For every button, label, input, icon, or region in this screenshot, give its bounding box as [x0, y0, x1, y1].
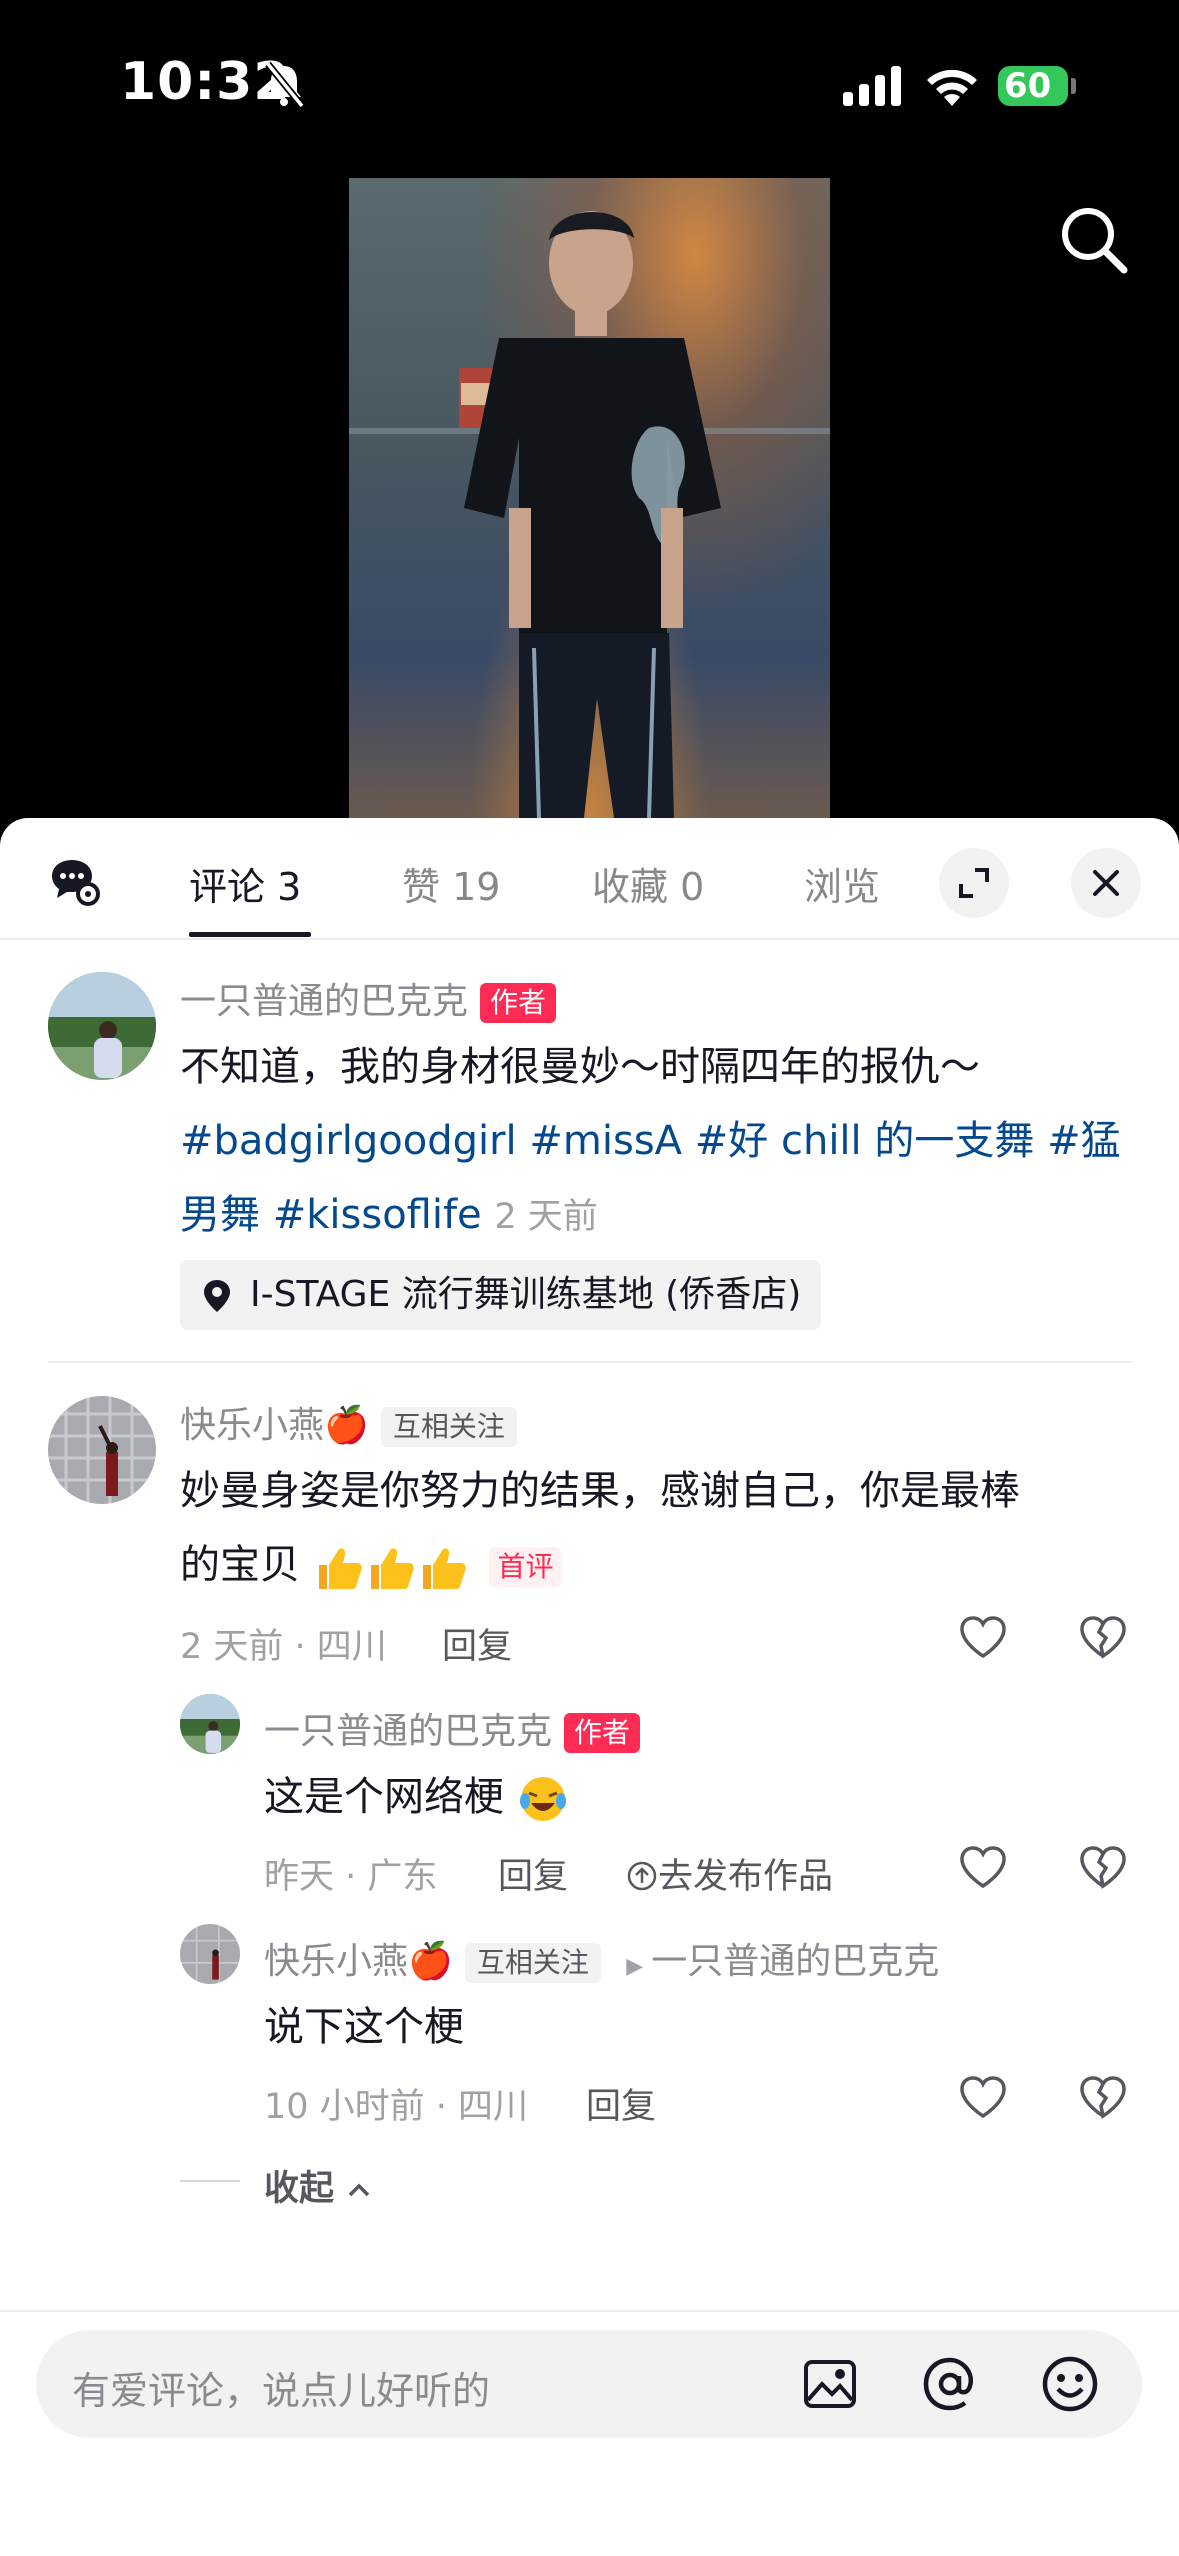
- reply-meta: 10 小时前 · 四川: [264, 2087, 529, 2127]
- hashtag-link[interactable]: #猛: [1047, 1118, 1121, 1164]
- thumbs-up-emoji: [370, 1548, 414, 1589]
- post-time: 2 天前: [494, 1197, 598, 1237]
- image-icon[interactable]: [802, 2356, 858, 2412]
- commenter-name[interactable]: 快乐小燕🍎: [180, 1405, 369, 1446]
- thumbs-up-emoji: [422, 1548, 466, 1589]
- first-comment-tag: 首评: [489, 1547, 562, 1587]
- collapse-label: 收起: [264, 2169, 335, 2209]
- author-tag: 作者: [480, 983, 557, 1023]
- post-caption: 不知道，我的身材很曼妙～时隔四年的报仇～ #badgirlgoodgirl #m…: [180, 1030, 1140, 1254]
- comment-input[interactable]: 有爱评论，说点儿好听的: [36, 2330, 1142, 2438]
- expand-icon: [959, 868, 989, 898]
- close-button[interactable]: [1071, 848, 1141, 918]
- expand-button[interactable]: [939, 848, 1009, 918]
- battery-tip: [1071, 78, 1076, 94]
- comment-text: 妙曼身姿是你努力的结果，感谢自己，你是最棒 的宝贝 首评: [180, 1454, 1140, 1602]
- location-text: I-STAGE 流行舞训练基地 (侨香店): [250, 1274, 802, 1315]
- wifi-icon: [927, 69, 977, 106]
- comment-sheet: 评论 3 赞 19 收藏 0 浏览 一只普通的巴克克 作者 不知道，我的身材很曼…: [0, 818, 1179, 2556]
- bell-muted-icon: [265, 61, 305, 109]
- reply-arrow-icon: ▶: [626, 1954, 644, 1979]
- divider: [48, 1361, 1132, 1363]
- hashtag-link[interactable]: #badgirlgoodgirl: [180, 1118, 517, 1164]
- hashtag-link[interactable]: #kissoflife: [273, 1192, 482, 1238]
- signal-icon: [843, 66, 901, 106]
- tab-bar: 评论 3 赞 19 收藏 0 浏览: [0, 818, 1179, 940]
- reply-name-row: 快乐小燕🍎 互相关注 ▶ 一只普通的巴克克: [264, 1932, 939, 1984]
- author-name-row: 一只普通的巴克克 作者: [180, 972, 557, 1024]
- dislike-heart-icon[interactable]: [1076, 1610, 1130, 1664]
- commenter-avatar-small[interactable]: [180, 1924, 240, 1984]
- comment-line: 的宝贝: [180, 1542, 300, 1588]
- mention-icon[interactable]: [920, 2354, 980, 2414]
- dislike-heart-icon[interactable]: [1076, 1840, 1130, 1894]
- tab-favorites[interactable]: 收藏 0: [592, 856, 704, 911]
- collapse-button[interactable]: 收起: [264, 2160, 372, 2211]
- laugh-cry-emoji: [519, 1777, 566, 1821]
- tab-active-underline: [189, 932, 311, 937]
- tab-views[interactable]: 浏览: [804, 856, 880, 911]
- location-pin-icon: [204, 1280, 230, 1312]
- reply-button[interactable]: 回复: [586, 2078, 656, 2129]
- hashtag-link[interactable]: #missA: [529, 1118, 682, 1164]
- commenter-name-row: 快乐小燕🍎 互相关注: [180, 1396, 517, 1448]
- mutual-follow-tag: 互相关注: [380, 1407, 517, 1447]
- close-icon: [1093, 870, 1119, 896]
- reply-text-row: 这是个网络梗: [264, 1760, 569, 1834]
- reply-button[interactable]: 回复: [442, 1618, 512, 1669]
- dislike-heart-icon[interactable]: [1076, 2070, 1130, 2124]
- reply-name-row: 一只普通的巴克克 作者: [264, 1702, 641, 1754]
- reply-meta: 昨天 · 广东: [264, 1857, 438, 1897]
- author-tag: 作者: [564, 1713, 641, 1753]
- comment-meta: 2 天前 · 四川: [180, 1627, 387, 1667]
- chat-settings-icon[interactable]: [48, 854, 100, 906]
- collapse-line: [180, 2180, 240, 2182]
- heart-icon[interactable]: [956, 1840, 1010, 1894]
- hashtag-link[interactable]: 男舞: [180, 1192, 260, 1238]
- tab-likes[interactable]: 赞 19: [402, 856, 500, 911]
- location-chip[interactable]: I-STAGE 流行舞训练基地 (侨香店): [180, 1260, 822, 1330]
- thumbs-up-emoji: [318, 1548, 362, 1589]
- upload-circle-icon: [627, 1861, 657, 1891]
- heart-icon[interactable]: [956, 2070, 1010, 2124]
- publish-work-button[interactable]: 去发布作品: [626, 1848, 833, 1899]
- reply-to-name[interactable]: 一只普通的巴克克: [651, 1941, 939, 1982]
- reply-author-name[interactable]: 一只普通的巴克克: [264, 1711, 552, 1752]
- author-avatar[interactable]: [48, 972, 156, 1080]
- status-bar: 10:32 60: [0, 0, 1179, 170]
- commenter-avatar[interactable]: [48, 1396, 156, 1504]
- emoji-icon[interactable]: [1040, 2354, 1100, 2414]
- author-avatar-small[interactable]: [180, 1694, 240, 1754]
- video-frame-illustration: [349, 211, 830, 818]
- reply-text: 这是个网络梗: [264, 1774, 504, 1820]
- author-name[interactable]: 一只普通的巴克克: [180, 981, 468, 1022]
- caption-text: 不知道，我的身材很曼妙～时隔四年的报仇～: [180, 1044, 980, 1090]
- reply-text: 说下这个梗: [264, 2004, 464, 2050]
- comment-line: 妙曼身姿是你努力的结果，感谢自己，你是最棒: [180, 1468, 1020, 1514]
- video-player[interactable]: [349, 178, 830, 818]
- heart-icon[interactable]: [956, 1610, 1010, 1664]
- hashtag-link[interactable]: #好 chill 的一支舞: [695, 1118, 1035, 1164]
- reply-button[interactable]: 回复: [498, 1848, 568, 1899]
- chevron-up-icon: [348, 2183, 370, 2197]
- tab-comments[interactable]: 评论 3: [189, 856, 301, 911]
- input-divider: [0, 2310, 1179, 2312]
- publish-work-label: 去发布作品: [658, 1857, 834, 1897]
- search-icon[interactable]: [1056, 202, 1132, 278]
- mutual-follow-tag: 互相关注: [464, 1943, 601, 1983]
- reply-commenter-name[interactable]: 快乐小燕🍎: [264, 1941, 453, 1982]
- comment-input-placeholder: 有爱评论，说点儿好听的: [72, 2369, 491, 2413]
- battery-indicator: 60: [998, 66, 1068, 106]
